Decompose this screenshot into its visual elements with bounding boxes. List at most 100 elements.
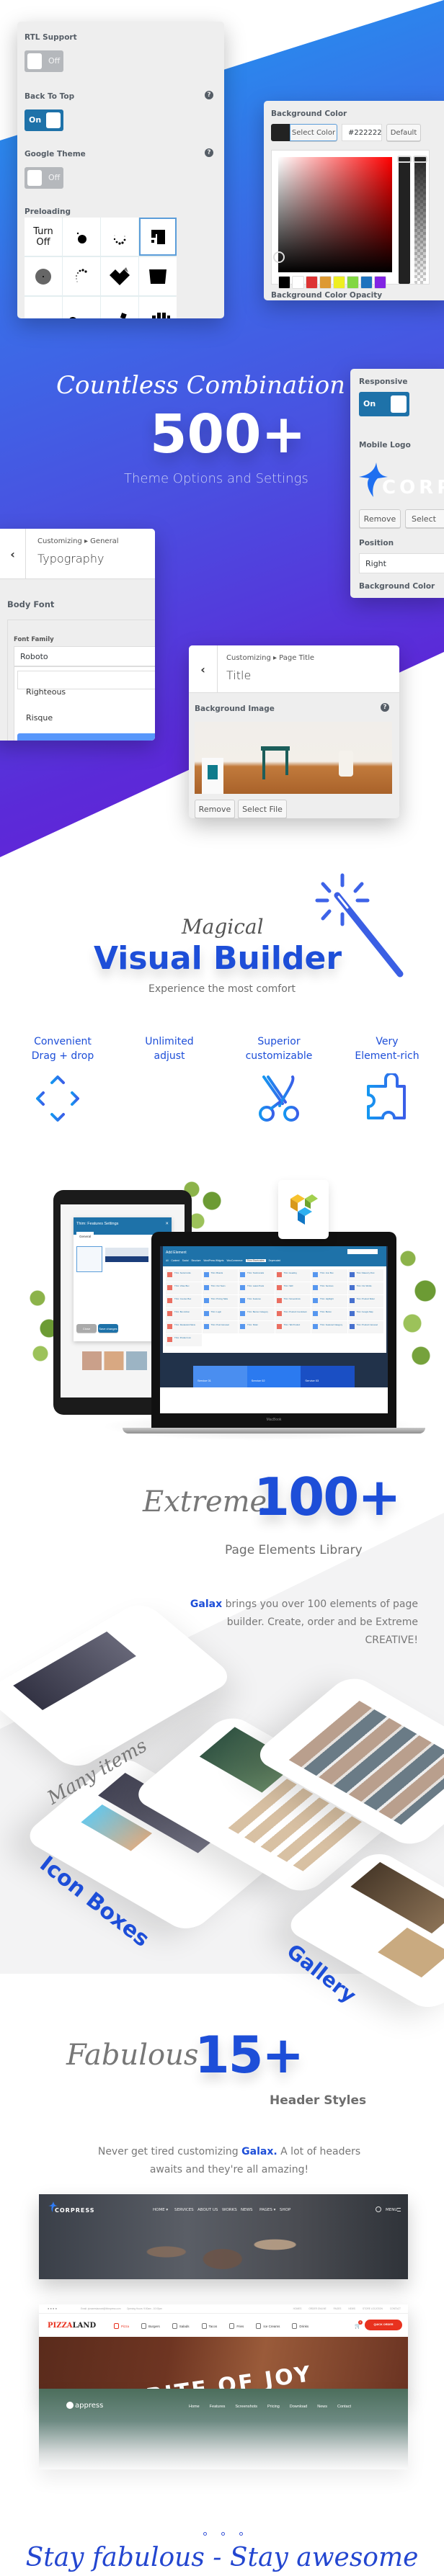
quick-order-button[interactable]: QUICK ORDER	[365, 2320, 402, 2330]
element-item[interactable]: Thim: Skill	[275, 1282, 311, 1294]
back-button[interactable]: ‹	[0, 529, 26, 579]
element-tab[interactable]: Structure	[191, 1259, 200, 1262]
element-item[interactable]: Thim: Icon Box	[311, 1269, 347, 1282]
element-search-input[interactable]	[347, 1249, 378, 1254]
preloader-option-three-dots[interactable]	[63, 297, 100, 318]
rtl-support-toggle[interactable]: Off	[25, 50, 63, 72]
font-family-select[interactable]: Roboto	[14, 646, 155, 666]
hue-slider-handle[interactable]	[397, 156, 412, 163]
category-link[interactable]: Tacos	[201, 2323, 217, 2329]
element-tab[interactable]: WooCommerce	[226, 1259, 242, 1262]
select-color-button[interactable]: Select Color	[290, 124, 337, 141]
color-swatch[interactable]	[374, 276, 386, 289]
color-swatch[interactable]	[292, 276, 304, 289]
header-preview-appress[interactable]: appress Home Features Screenshots Pricing Do…	[39, 2389, 408, 2469]
element-tab[interactable]: All	[166, 1259, 169, 1262]
header-preview-corpress[interactable]: CORPRESS HOME ▾ SERVICES ABOUT US WORKS NEWS…	[39, 2194, 408, 2279]
nav-link[interactable]: Home	[189, 2405, 200, 2409]
back-button[interactable]: ‹	[189, 645, 218, 693]
topbar-link[interactable]: ORDER ONLINE	[308, 2307, 326, 2310]
element-item[interactable]: Thim: Our Works	[347, 1282, 383, 1294]
element-item[interactable]: Thim: Featured Category	[311, 1321, 347, 1333]
preloader-option-heart-shape[interactable]	[101, 257, 138, 295]
back-to-top-toggle[interactable]: On	[25, 109, 63, 131]
preloader-option-trapezoid[interactable]	[139, 257, 177, 295]
element-tab[interactable]: WordPress Widgets	[203, 1259, 223, 1262]
nav-link[interactable]: NEWS	[241, 2208, 253, 2212]
hue-slider[interactable]	[399, 157, 410, 284]
color-picker-handle[interactable]	[273, 251, 285, 263]
element-item[interactable]: Thim: Heading	[275, 1269, 311, 1282]
question-icon[interactable]: ?	[205, 148, 213, 157]
element-item[interactable]: Thim: Post Carousel	[202, 1321, 238, 1333]
element-item[interactable]: Thim: Counter Box	[166, 1295, 202, 1307]
search-icon[interactable]	[376, 2206, 381, 2212]
element-item[interactable]: Thim: Features	[239, 1295, 275, 1307]
nav-link[interactable]: News	[317, 2405, 327, 2409]
category-link[interactable]: Fries	[229, 2323, 244, 2329]
color-preview-swatch[interactable]	[271, 124, 290, 141]
category-link[interactable]: Drinks	[292, 2323, 308, 2329]
topbar-link[interactable]: CONTACT	[390, 2307, 401, 2310]
hex-input[interactable]: #222222	[342, 124, 382, 141]
saturation-field[interactable]	[278, 157, 392, 272]
nav-link[interactable]: Download	[290, 2405, 307, 2409]
element-item[interactable]: Thim: Button	[311, 1308, 347, 1320]
preloader-option-bars[interactable]	[139, 297, 177, 318]
preloader-option-pulse-circle[interactable]	[25, 257, 62, 295]
nav-link[interactable]: HOME ▾	[153, 2208, 168, 2212]
element-item[interactable]: Thim: Masonry Post	[347, 1269, 383, 1282]
alpha-slider-handle[interactable]	[413, 156, 427, 163]
element-item[interactable]: Thim: Tab Product	[275, 1321, 311, 1333]
category-link[interactable]: Salads	[172, 2323, 190, 2329]
topbar-link[interactable]: HOMES	[293, 2307, 302, 2310]
element-tab[interactable]: Social	[182, 1259, 189, 1262]
element-tab[interactable]: Deprecated	[269, 1259, 280, 1262]
hamburger-icon[interactable]	[397, 2208, 401, 2211]
element-item[interactable]: Thim: Screenshots	[275, 1295, 311, 1307]
color-swatch[interactable]	[278, 276, 290, 289]
element-item[interactable]: Thim: Our Team	[202, 1282, 238, 1294]
select-logo-button[interactable]: Select	[405, 509, 444, 528]
nav-link[interactable]: PAGES ▾	[259, 2208, 275, 2212]
nav-link[interactable]: ABOUT US	[197, 2208, 218, 2212]
remove-logo-button[interactable]: Remove	[359, 509, 401, 528]
preloader-option-squares-grid[interactable]	[139, 218, 177, 256]
responsive-toggle[interactable]: On	[359, 392, 409, 416]
element-item[interactable]: Thim: Product Carousel	[347, 1321, 383, 1333]
alpha-slider[interactable]	[414, 157, 426, 284]
nav-link[interactable]: Pricing	[267, 2405, 280, 2409]
font-option-highlighted[interactable]: Roboto	[17, 733, 155, 741]
save-changes-button[interactable]: Save changes	[98, 1324, 118, 1333]
element-item[interactable]: Thim: Latest Posts	[239, 1282, 275, 1294]
question-icon[interactable]: ?	[381, 703, 389, 712]
header-preview-pizzaland[interactable]: ● ● ● ● Email: pizzarestaurant@thimpress…	[39, 2304, 408, 2398]
color-swatch[interactable]	[360, 276, 373, 289]
topbar-link[interactable]: PAGES	[334, 2307, 342, 2310]
element-tab[interactable]: Thim Shortcodes	[245, 1259, 266, 1262]
category-link[interactable]: Pizza	[114, 2323, 129, 2329]
color-swatch[interactable]	[306, 276, 318, 289]
category-link[interactable]: Burgers	[141, 2323, 160, 2329]
close-button[interactable]: Close	[76, 1324, 97, 1333]
google-theme-toggle[interactable]: Off	[25, 167, 63, 189]
element-item[interactable]: Thim: Google Map	[347, 1308, 383, 1320]
preloader-option-bouncing-dot[interactable]	[63, 218, 100, 256]
element-tab[interactable]: Content	[172, 1259, 179, 1262]
element-item[interactable]: Thim: Video Box	[166, 1282, 202, 1294]
element-item[interactable]: Thim: Brands	[202, 1269, 238, 1282]
preloader-option-rotating-squares[interactable]	[101, 297, 138, 318]
preloader-option-spinner-dots[interactable]	[63, 257, 100, 295]
topbar-link[interactable]: STORE LOCATION	[363, 2307, 383, 2310]
element-item[interactable]: Thim: Pricing Table	[202, 1295, 238, 1307]
preloader-option-turn-off[interactable]: Turn Off	[25, 218, 62, 256]
color-swatch[interactable]	[347, 276, 359, 289]
element-item[interactable]: Thim: Product List	[166, 1334, 202, 1346]
element-item[interactable]: Thim: Slider	[239, 1321, 275, 1333]
default-color-button[interactable]: Default	[386, 124, 421, 141]
menu-button[interactable]: MENU	[386, 2208, 397, 2212]
nav-link[interactable]: Contact	[337, 2405, 351, 2409]
element-item[interactable]: Thim: Banner Category	[239, 1308, 275, 1320]
topbar-link[interactable]: NEWS	[348, 2307, 355, 2310]
element-item[interactable]: Thim: Testimonials	[239, 1269, 275, 1282]
